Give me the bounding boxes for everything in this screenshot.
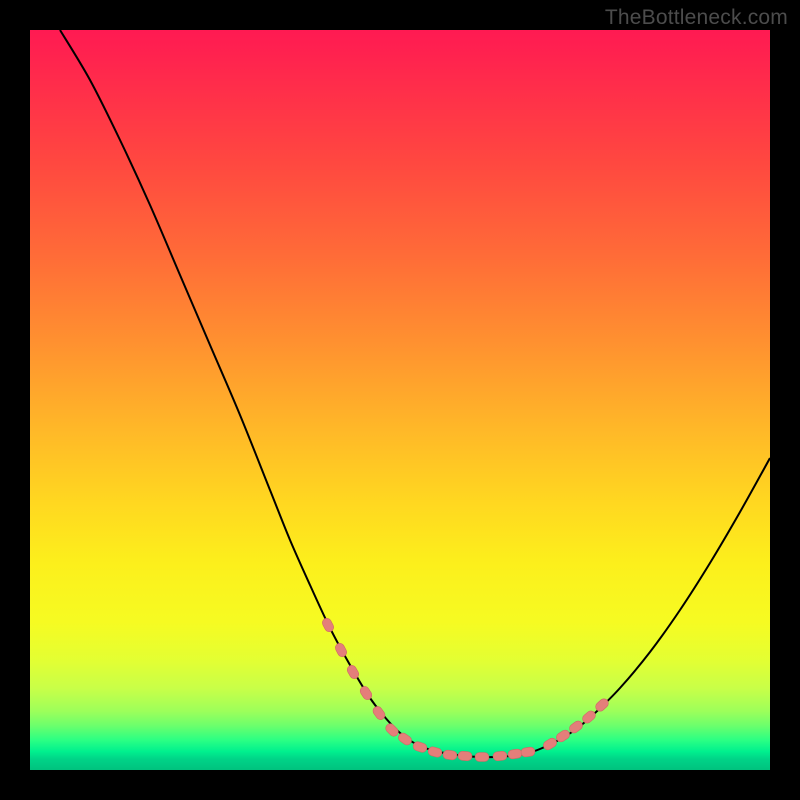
curve-dash-marker [507,749,522,760]
curve-dash-marker [458,751,473,761]
curve-dash-marker [384,722,400,738]
curve-dash-marker [371,705,386,722]
attribution-text: TheBottleneck.com [605,6,788,30]
bottleneck-curve [60,30,770,757]
curve-dash-marker [493,751,508,761]
curve-dash-marker [427,746,443,758]
curve-dash-marker [397,731,414,746]
marker-group [321,617,610,762]
curve-dash-marker [475,753,489,762]
chart-stage: TheBottleneck.com [0,0,800,800]
curve-dash-marker [542,736,559,751]
curve-overlay [30,30,770,770]
curve-dash-marker [442,750,457,761]
curve-dash-marker [321,617,335,634]
curve-dash-marker [334,642,349,659]
plot-area [30,30,770,770]
curve-dash-marker [520,746,535,757]
